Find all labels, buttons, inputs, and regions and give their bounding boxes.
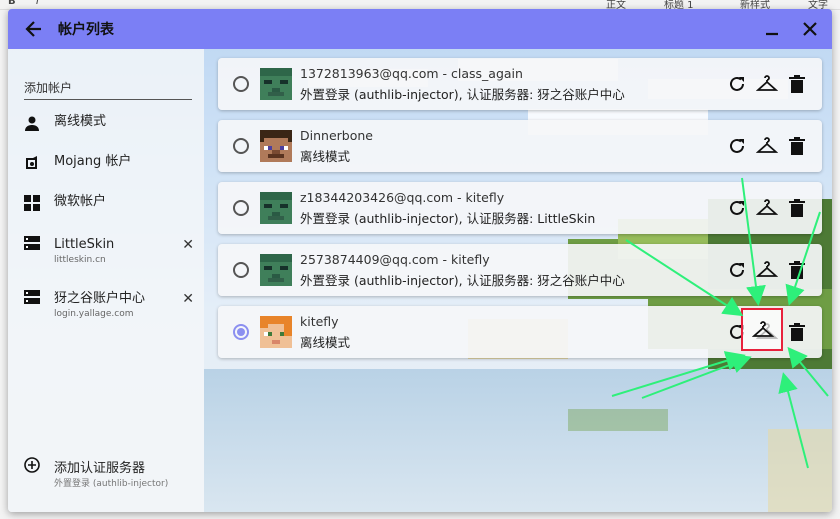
refresh-icon: [730, 262, 744, 277]
close-button[interactable]: [794, 13, 826, 45]
server-icon: [24, 233, 54, 253]
sidebar-item-mojang[interactable]: Mojang 帐户: [24, 153, 200, 189]
alex-avatar: [260, 316, 292, 348]
add-circle-icon: [24, 457, 54, 493]
hanger-icon: [752, 321, 774, 337]
zombie-avatar: [260, 68, 292, 100]
refresh-button[interactable]: [722, 70, 752, 98]
sidebar-item-yallage[interactable]: 犽之谷账户中心 login.yallage.com ✕: [24, 287, 200, 323]
title-bar: 帐户列表: [8, 9, 832, 49]
italic-button: I: [36, 0, 39, 7]
refresh-button[interactable]: [722, 132, 752, 160]
hanger-icon: [756, 137, 778, 153]
remove-server-button[interactable]: ✕: [182, 237, 194, 253]
zombie-avatar: [260, 254, 292, 286]
arrow-left-icon: [25, 21, 41, 37]
delete-icon: [789, 323, 805, 341]
sidebar-item-label: Mojang 帐户: [54, 154, 132, 169]
bold-button: B: [8, 0, 16, 7]
remove-server-button[interactable]: ✕: [182, 291, 194, 307]
hanger-icon: [756, 75, 778, 91]
skin-button[interactable]: [752, 256, 782, 284]
delete-button[interactable]: [782, 194, 812, 222]
sidebar: 添加帐户 离线模式 Mojang 帐户 微软帐户 LittleSkin litt…: [8, 49, 204, 512]
account-card[interactable]: 2573874409@qq.com - kitefly 外置登录 (authli…: [218, 244, 822, 296]
delete-icon: [789, 75, 805, 93]
refresh-button[interactable]: [722, 194, 752, 222]
refresh-icon: [730, 200, 744, 215]
add-account-header: 添加帐户: [24, 79, 192, 100]
minimize-button[interactable]: [756, 13, 788, 45]
account-card[interactable]: 1372813963@qq.com - class_again 外置登录 (au…: [218, 58, 822, 110]
hanger-icon: [756, 199, 778, 215]
highlight-box: [741, 308, 783, 351]
sidebar-item-label: LittleSkin: [54, 237, 115, 252]
person-icon: [24, 113, 54, 133]
sidebar-item-sub: littleskin.cn: [54, 255, 106, 265]
sidebar-item-littleskin[interactable]: LittleSkin littleskin.cn ✕: [24, 233, 200, 269]
account-card[interactable]: Dinnerbone 离线模式: [218, 120, 822, 172]
delete-button[interactable]: [782, 70, 812, 98]
add-auth-server-button[interactable]: 添加认证服务器 外置登录 (authlib-injector): [24, 457, 200, 493]
sidebar-item-offline[interactable]: 离线模式: [24, 113, 200, 149]
refresh-icon: [730, 138, 744, 153]
steve-avatar: [260, 130, 292, 162]
account-name: Dinnerbone: [300, 128, 373, 143]
window-title: 帐户列表: [58, 22, 114, 38]
account-radio[interactable]: [233, 324, 249, 340]
account-type: 外置登录 (authlib-injector), 认证服务器: 犽之谷账户中心: [300, 273, 625, 288]
add-server-sub: 外置登录 (authlib-injector): [54, 479, 169, 489]
account-card-selected[interactable]: kitefly 离线模式: [218, 306, 822, 358]
account-type: 外置登录 (authlib-injector), 认证服务器: LittleSk…: [300, 211, 596, 226]
sidebar-item-label: 犽之谷账户中心: [54, 291, 146, 306]
sidebar-item-label: 微软帐户: [54, 194, 107, 209]
skin-button[interactable]: [752, 132, 782, 160]
account-type: 离线模式: [300, 149, 351, 164]
account-type: 离线模式: [300, 335, 351, 350]
skin-button[interactable]: [752, 194, 782, 222]
delete-icon: [789, 261, 805, 279]
account-name: z18344203426@qq.com - kitefly: [300, 190, 505, 205]
delete-icon: [789, 199, 805, 217]
back-button[interactable]: [18, 13, 50, 45]
delete-button[interactable]: [782, 132, 812, 160]
account-radio[interactable]: [233, 138, 249, 154]
account-type: 外置登录 (authlib-injector), 认证服务器: 犽之谷账户中心: [300, 87, 625, 102]
refresh-button[interactable]: [722, 256, 752, 284]
windows-icon: [24, 193, 54, 213]
add-server-label: 添加认证服务器: [54, 461, 146, 476]
account-card[interactable]: z18344203426@qq.com - kitefly 外置登录 (auth…: [218, 182, 822, 234]
sidebar-item-label: 离线模式: [54, 114, 107, 129]
hanger-icon: [756, 261, 778, 277]
delete-button[interactable]: [782, 318, 812, 346]
sidebar-item-microsoft[interactable]: 微软帐户: [24, 193, 200, 229]
account-name: 2573874409@qq.com - kitefly: [300, 252, 490, 267]
delete-button[interactable]: [782, 256, 812, 284]
sidebar-item-sub: login.yallage.com: [54, 309, 134, 319]
account-radio[interactable]: [233, 200, 249, 216]
refresh-icon: [730, 76, 744, 91]
delete-icon: [789, 137, 805, 155]
zombie-avatar: [260, 192, 292, 224]
account-radio[interactable]: [233, 76, 249, 92]
minimize-icon: [766, 32, 778, 36]
close-icon: [803, 22, 817, 36]
account-list-window: 帐户列表 添加帐户 离线模式 Mojang 帐户 微软帐户 LittleSkin…: [8, 9, 832, 512]
skin-button[interactable]: [752, 70, 782, 98]
account-name: kitefly: [300, 314, 339, 329]
mojang-icon: [24, 153, 54, 173]
account-radio[interactable]: [233, 262, 249, 278]
server-icon: [24, 287, 54, 307]
account-name: 1372813963@qq.com - class_again: [300, 66, 523, 81]
